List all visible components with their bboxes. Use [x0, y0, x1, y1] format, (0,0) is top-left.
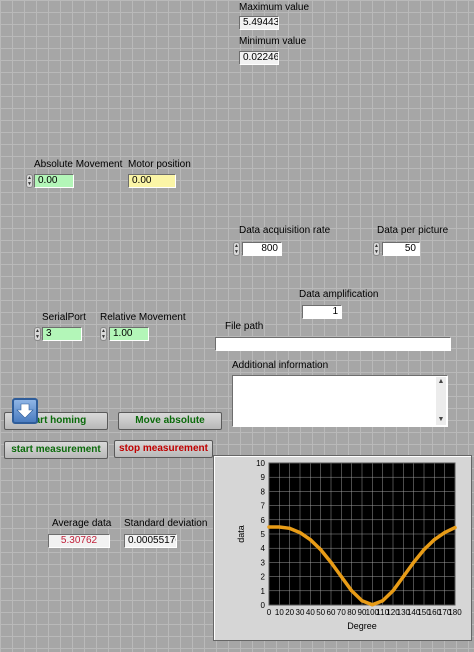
- data-point: [339, 575, 343, 579]
- standard-deviation-indicator: 0.000551769: [124, 534, 177, 548]
- average-data-indicator: 5.30762: [48, 534, 110, 548]
- additional-information-text: [233, 376, 447, 380]
- x-tick-label: 40: [306, 608, 315, 617]
- x-tick-label: 10: [275, 608, 284, 617]
- y-tick-label: 2: [261, 573, 266, 582]
- additional-information-scrollbar[interactable]: ▲ ▼: [436, 377, 446, 425]
- file-path-label: File path: [225, 321, 264, 332]
- x-tick-label: 20: [285, 608, 294, 617]
- data-point: [391, 589, 395, 593]
- data-point: [453, 526, 457, 530]
- x-tick-label: 30: [296, 608, 305, 617]
- waveform-chart: 0 10 20 30 40 50 60 70 80 90 100110120130140150160…: [236, 459, 462, 631]
- y-axis-label: data: [236, 525, 246, 543]
- data-acquisition-rate-input[interactable]: 800: [242, 242, 282, 256]
- data-point: [288, 526, 292, 530]
- x-tick-label: 0: [267, 608, 272, 617]
- data-point: [370, 603, 374, 607]
- data-acquisition-rate-label: Data acquisition rate: [239, 225, 331, 236]
- motor-position-label: Motor position: [128, 159, 191, 170]
- y-tick-label: 8: [261, 487, 266, 496]
- data-point: [298, 530, 302, 535]
- data-point: [422, 548, 426, 552]
- y-tick-label: 6: [261, 516, 266, 525]
- x-tick-label: 80: [347, 608, 356, 617]
- data-amplification-label: Data amplification: [299, 289, 379, 300]
- relative-movement-input[interactable]: 1.00: [109, 327, 149, 341]
- standard-deviation-label: Standard deviation: [124, 518, 208, 529]
- y-tick-label: 7: [261, 502, 266, 511]
- x-tick-label: 70: [337, 608, 346, 617]
- motor-position-indicator: 0.00: [128, 174, 176, 188]
- y-tick-label: 1: [261, 587, 266, 596]
- maximum-value-indicator: 5.49443: [239, 16, 279, 30]
- data-point: [329, 560, 333, 564]
- data-per-picture-label: Data per picture: [377, 225, 449, 236]
- data-point: [360, 599, 364, 603]
- download-arrow-icon: [12, 398, 38, 424]
- start-measurement-button[interactable]: start measurement: [4, 441, 108, 459]
- stop-measurement-button[interactable]: stop measurement: [114, 440, 213, 458]
- relative-movement-stepper[interactable]: ▲ ▼: [100, 327, 107, 341]
- x-tick-label: 60: [327, 608, 336, 617]
- x-tick-label: 50: [316, 608, 325, 617]
- scroll-down-icon[interactable]: ▼: [436, 415, 446, 425]
- minimum-value-label: Minimum value: [239, 36, 307, 47]
- data-point: [308, 538, 312, 542]
- data-point: [277, 525, 281, 529]
- average-data-label: Average data: [52, 518, 112, 529]
- data-point: [443, 530, 447, 535]
- data-point: [350, 589, 354, 593]
- data-point: [267, 525, 271, 529]
- y-tick-label: 4: [261, 544, 266, 553]
- y-tick-label: 10: [256, 459, 265, 468]
- serial-port-label: SerialPort: [42, 312, 86, 323]
- data-point: [412, 560, 416, 564]
- absolute-movement-stepper[interactable]: ▲ ▼: [26, 174, 33, 188]
- y-tick-label: 5: [261, 530, 266, 539]
- maximum-value-label: Maximum value: [239, 2, 310, 13]
- y-tick-label: 3: [261, 558, 266, 567]
- y-tick-label: 9: [261, 473, 266, 482]
- minimum-value-indicator: 0.022460: [239, 51, 279, 65]
- file-path-input[interactable]: [215, 337, 451, 351]
- additional-information-label: Additional information: [232, 360, 329, 371]
- waveform-graph: 0 10 20 30 40 50 60 70 80 90 100 110 120 130 140 150 160…: [213, 455, 472, 641]
- absolute-movement-label: Absolute Movement: [34, 159, 123, 170]
- serial-port-stepper[interactable]: ▲ ▼: [34, 327, 41, 341]
- data-acquisition-rate-stepper[interactable]: ▲ ▼: [233, 242, 240, 256]
- x-tick-label: 180: [448, 608, 462, 617]
- data-point: [381, 599, 385, 603]
- data-per-picture-input[interactable]: 50: [382, 242, 420, 256]
- scroll-up-icon[interactable]: ▲: [436, 377, 446, 387]
- absolute-movement-input[interactable]: 0.00: [34, 174, 74, 188]
- move-absolute-button[interactable]: Move absolute: [118, 412, 222, 430]
- data-point: [401, 575, 405, 579]
- x-axis-label: Degree: [347, 621, 377, 631]
- data-per-picture-stepper[interactable]: ▲ ▼: [373, 242, 380, 256]
- data-amplification-input[interactable]: 1: [302, 305, 342, 319]
- data-point: [319, 548, 323, 552]
- additional-information-textarea[interactable]: ▲ ▼: [232, 375, 448, 427]
- serial-port-input[interactable]: 3: [42, 327, 82, 341]
- data-point: [432, 538, 436, 542]
- relative-movement-label: Relative Movement: [100, 312, 186, 323]
- download-arrow-glyph: [16, 403, 34, 419]
- y-tick-label: 0: [261, 601, 266, 610]
